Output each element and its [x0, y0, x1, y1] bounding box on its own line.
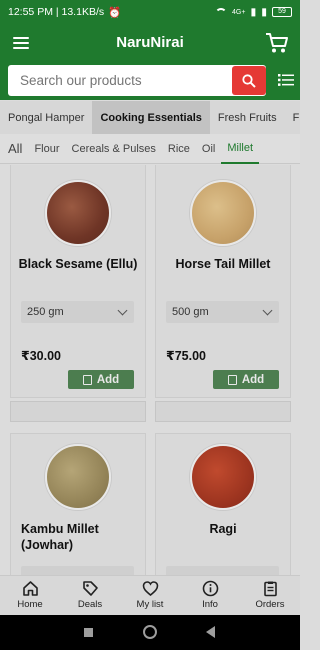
- nav-home[interactable]: Home: [0, 576, 60, 615]
- nav-label: My list: [136, 599, 164, 610]
- app-title: NaruNirai: [116, 34, 184, 51]
- chevron-down-icon: [262, 305, 273, 316]
- cart-icon[interactable]: [264, 30, 290, 56]
- status-time-speed: 12:55 PM | 13.1KB/s: [8, 6, 105, 18]
- subtab-millet[interactable]: Millet: [221, 134, 260, 164]
- signal-icon-2: ▮: [261, 6, 267, 18]
- product-name: Black Sesame (Ellu): [18, 257, 138, 271]
- product-name: Kambu Millet (Jowhar): [21, 522, 99, 552]
- weight-value: 500 gm: [172, 306, 209, 318]
- tag-icon: [82, 581, 98, 596]
- subtab-flour[interactable]: Flour: [28, 134, 65, 164]
- subtab-all[interactable]: All: [0, 134, 28, 164]
- weight-select[interactable]: 500 gm: [166, 301, 279, 323]
- weight-select[interactable]: 250 gm: [21, 301, 134, 323]
- home-system-icon[interactable]: [143, 625, 157, 639]
- battery-icon: 59: [272, 7, 292, 17]
- tab-cooking-essentials[interactable]: Cooking Essentials: [92, 101, 210, 134]
- search-icon: [242, 73, 256, 88]
- clipboard-icon: [263, 581, 277, 597]
- info-icon: [202, 580, 218, 597]
- chevron-down-icon: [117, 305, 128, 316]
- product-image: [190, 180, 256, 246]
- product-name: Horse Tail Millet: [175, 257, 271, 271]
- bag-icon: [227, 374, 237, 385]
- nav-deals[interactable]: Deals: [60, 576, 120, 615]
- weight-value: 250 gm: [27, 306, 64, 318]
- subtab-cereals-pulses[interactable]: Cereals & Pulses: [66, 134, 162, 164]
- weight-select[interactable]: [166, 566, 279, 575]
- bottom-nav: Home Deals My list Info Orders: [0, 575, 300, 615]
- nav-orders[interactable]: Orders: [240, 576, 300, 615]
- add-to-cart-button[interactable]: Add: [68, 370, 134, 389]
- system-nav-bar: [0, 615, 300, 650]
- status-bar: 12:55 PM | 13.1KB/s ⏰ 4G+ ▮ ▮ 59: [0, 0, 300, 24]
- sub-category-tabs: All Flour Cereals & Pulses Rice Oil Mill…: [0, 134, 300, 164]
- alarm-icon: ⏰: [108, 6, 122, 19]
- nav-my-list[interactable]: My list: [120, 576, 180, 615]
- app-bar: NaruNirai: [0, 24, 300, 62]
- tab-fresh-vegetables[interactable]: Fresh V: [285, 101, 300, 134]
- notes-field[interactable]: [155, 401, 291, 422]
- product-price: ₹75.00: [166, 349, 206, 363]
- tab-pongal-hamper[interactable]: Pongal Hamper: [0, 101, 92, 134]
- search-button[interactable]: [232, 66, 266, 95]
- add-label: Add: [241, 373, 265, 386]
- product-card-ragi[interactable]: Ragi: [155, 433, 291, 575]
- nav-info[interactable]: Info: [180, 576, 240, 615]
- nav-label: Home: [17, 599, 43, 610]
- bag-icon: [82, 374, 92, 385]
- search-bar: [0, 62, 300, 100]
- tab-fresh-fruits[interactable]: Fresh Fruits: [210, 101, 285, 134]
- product-image: [45, 444, 111, 510]
- search-input[interactable]: [8, 65, 266, 96]
- add-to-cart-button[interactable]: Add: [213, 370, 279, 389]
- subtab-oil[interactable]: Oil: [196, 134, 221, 164]
- wifi-icon: [215, 7, 227, 17]
- product-card-horse-tail-millet[interactable]: Horse Tail Millet 500 gm ₹75.00 Add: [155, 165, 291, 398]
- list-view-icon[interactable]: [278, 73, 294, 87]
- weight-select[interactable]: [21, 566, 134, 575]
- nav-label: Info: [202, 599, 218, 610]
- subtab-rice[interactable]: Rice: [162, 134, 196, 164]
- product-grid: Black Sesame (Ellu) 250 gm ₹30.00 Add Ho…: [0, 165, 300, 575]
- signal-icon: ▮: [250, 6, 257, 18]
- category-tabs: Pongal Hamper Cooking Essentials Fresh F…: [0, 101, 300, 134]
- nav-label: Deals: [77, 599, 103, 610]
- home-icon: [22, 581, 38, 596]
- signal-label: 4G+: [232, 8, 246, 16]
- add-label: Add: [96, 373, 120, 386]
- product-name: Ragi: [209, 522, 237, 536]
- back-icon[interactable]: [206, 626, 215, 638]
- product-image: [45, 180, 111, 246]
- heart-icon: [142, 581, 158, 597]
- notes-field[interactable]: [10, 401, 146, 422]
- nav-label: Orders: [255, 599, 285, 610]
- recents-icon[interactable]: [84, 628, 93, 637]
- product-price: ₹30.00: [21, 349, 61, 363]
- battery-level: 59: [278, 8, 286, 15]
- product-card-kambu-millet[interactable]: Kambu Millet (Jowhar): [10, 433, 146, 575]
- product-image: [190, 444, 256, 510]
- product-card-black-sesame[interactable]: Black Sesame (Ellu) 250 gm ₹30.00 Add: [10, 165, 146, 398]
